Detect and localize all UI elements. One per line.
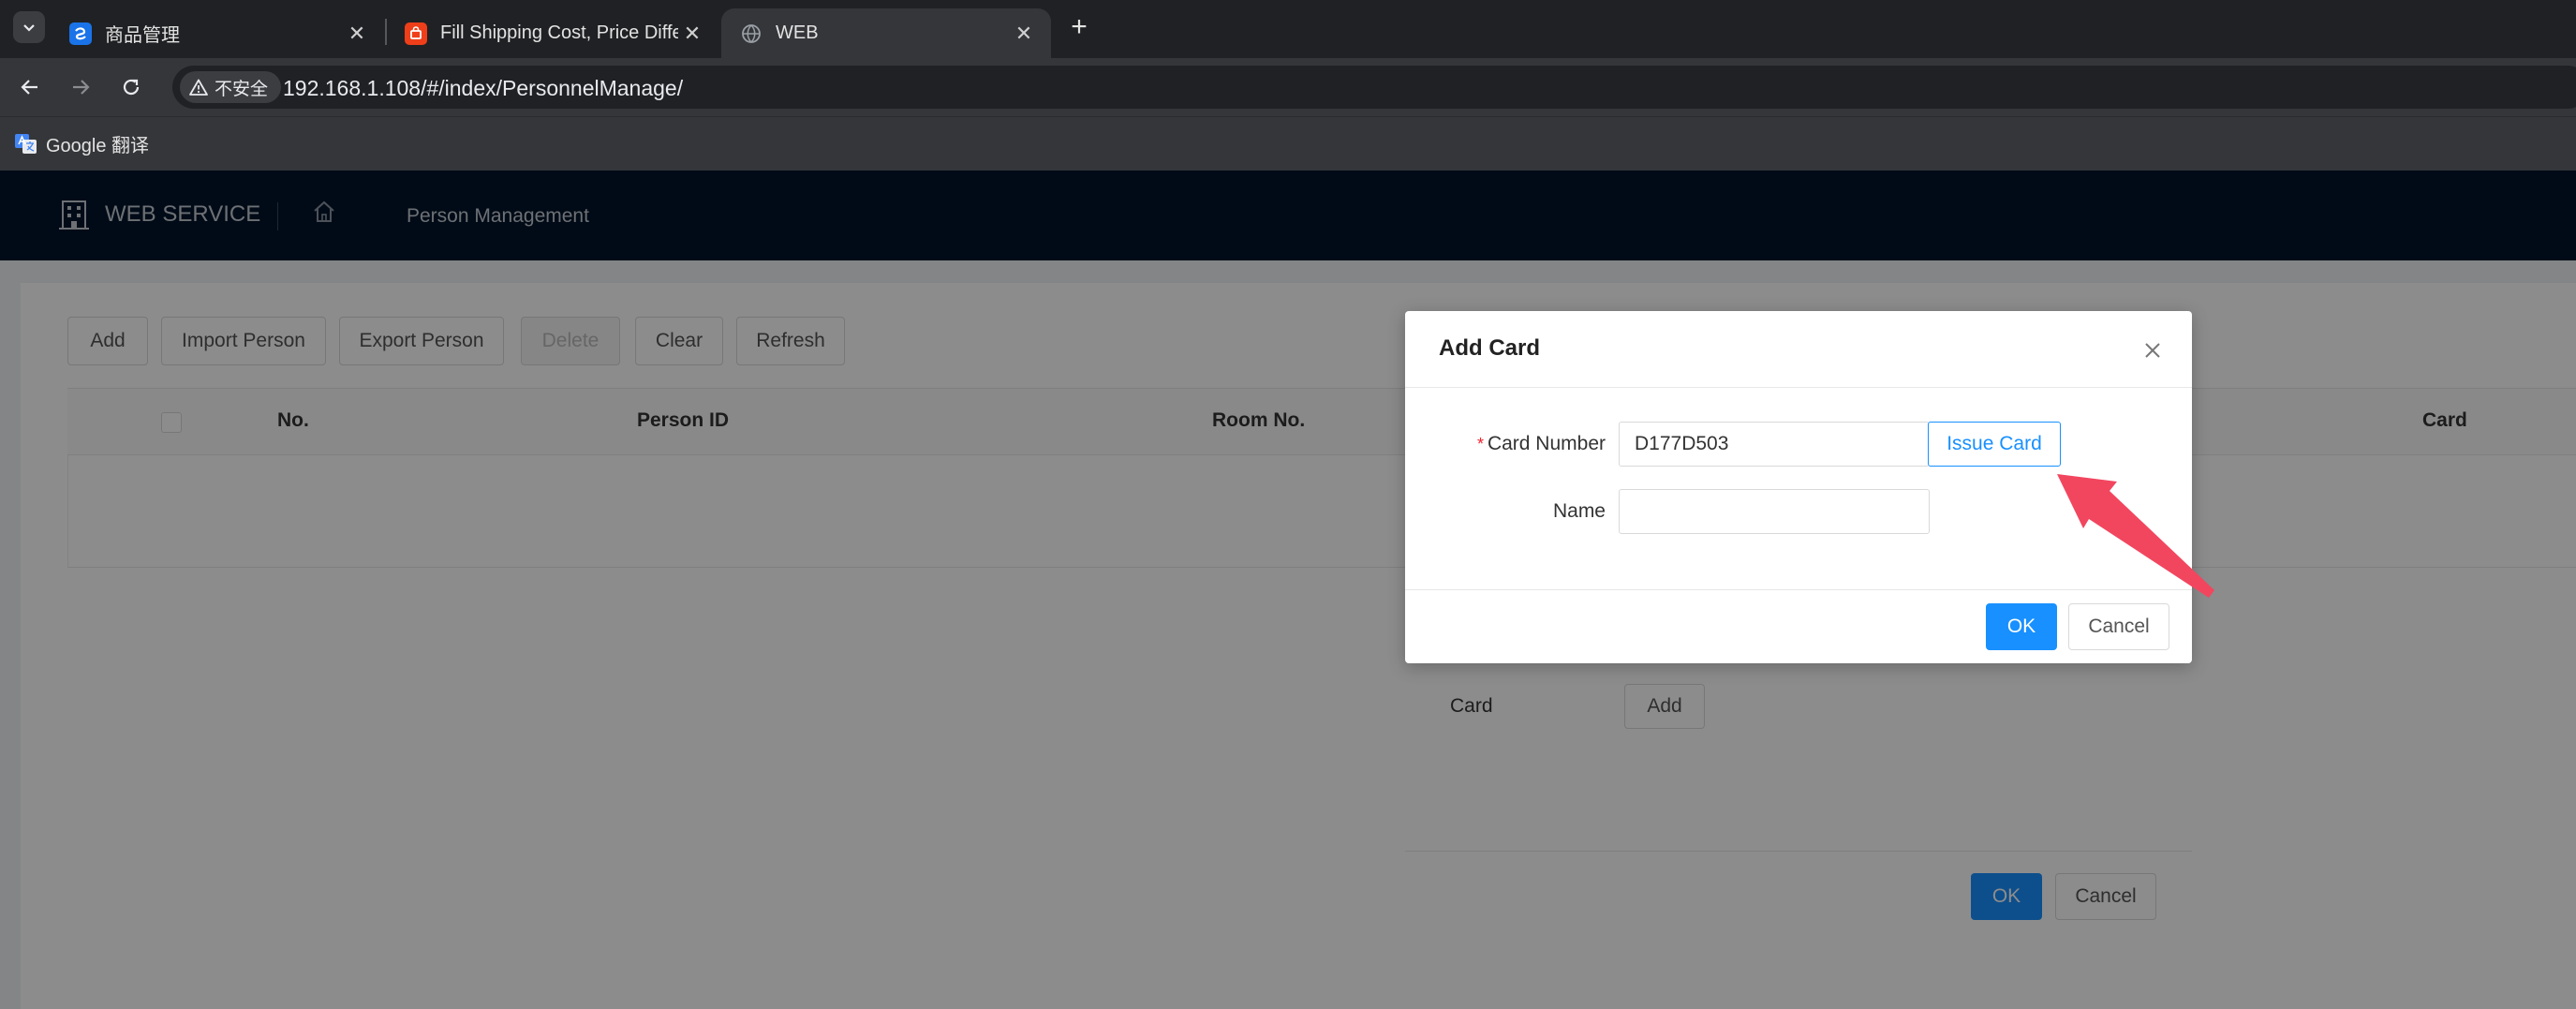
close-tab-icon[interactable]: ✕ (343, 22, 371, 46)
modal-header: Add Card (1405, 311, 2192, 388)
cancel-button[interactable]: Cancel (2068, 603, 2169, 650)
address-bar[interactable]: 不安全 192.168.1.108/#/index/PersonnelManag… (172, 66, 2576, 109)
required-mark: * (1476, 435, 1484, 453)
new-tab-button[interactable]: + (1062, 11, 1096, 45)
close-icon[interactable] (2139, 337, 2166, 364)
reload-icon (123, 79, 140, 96)
modal-title: Add Card (1439, 335, 1540, 361)
bookmark-google-translate[interactable]: Google 翻译 (15, 130, 149, 157)
tab-title: 商品管理 (105, 25, 180, 46)
browser-tab-strip: 商品管理 ✕ Fill Shipping Cost, Price Differe… (0, 0, 2576, 58)
site-favicon-icon (69, 22, 92, 45)
warning-icon (189, 79, 208, 96)
tab-title: WEB (776, 22, 819, 43)
close-tab-icon[interactable]: ✕ (1010, 22, 1038, 46)
tab-fill-shipping[interactable]: Fill Shipping Cost, Price Difference ✕ (386, 8, 719, 58)
chevron-down-icon (23, 24, 35, 32)
card-number-label-text: Card Number (1487, 433, 1606, 454)
annotation-arrow (2057, 474, 2214, 598)
browser-toolbar: 不安全 192.168.1.108/#/index/PersonnelManag… (0, 58, 2576, 116)
forward-button[interactable] (64, 70, 97, 104)
url-text: 192.168.1.108/#/index/PersonnelManage/ (283, 76, 684, 100)
arrow-left-icon (21, 80, 37, 95)
google-translate-icon (15, 133, 37, 155)
name-label: Name (1552, 500, 1606, 522)
globe-icon (740, 22, 762, 45)
tab-search-button[interactable] (13, 11, 45, 43)
tab-title: Fill Shipping Cost, Price Difference (440, 22, 678, 43)
shop-favicon-icon (405, 22, 427, 45)
security-indicator[interactable]: 不安全 (180, 71, 282, 103)
ok-button[interactable]: OK (1986, 603, 2057, 650)
issue-card-button[interactable]: Issue Card (1928, 422, 2061, 467)
card-number-label: * Card Number (1465, 433, 1606, 455)
bookmarks-bar: Google 翻译 (0, 116, 2576, 171)
security-label: 不安全 (215, 79, 269, 99)
name-input[interactable] (1619, 489, 1930, 534)
arrow-right-icon (73, 80, 90, 95)
tab-web[interactable]: WEB ✕ (721, 8, 1051, 58)
bookmark-label: Google 翻译 (46, 136, 150, 156)
tab-product-management[interactable]: 商品管理 ✕ (51, 8, 384, 58)
card-number-input[interactable]: D177D503 (1619, 422, 1930, 467)
close-tab-icon[interactable]: ✕ (678, 22, 706, 46)
reload-button[interactable] (114, 70, 148, 104)
back-button[interactable] (13, 70, 47, 104)
